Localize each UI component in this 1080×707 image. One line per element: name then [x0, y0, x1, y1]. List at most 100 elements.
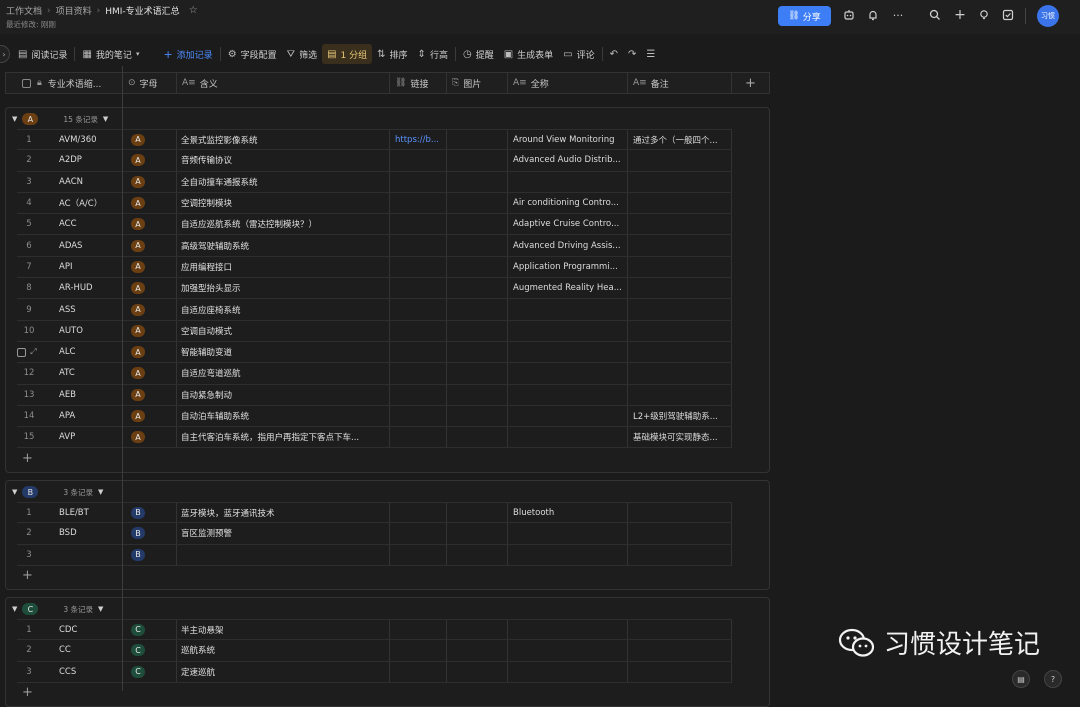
checkbox-icon[interactable] [1001, 8, 1015, 22]
table-row[interactable]: 4 AC（A/C） A 空调控制模块 Air conditioning Contro..… [17, 192, 732, 215]
cell-abbr[interactable]: ALC [41, 341, 123, 363]
redo-button[interactable]: ↷ [623, 44, 641, 64]
table-row[interactable]: 9 ASS A 自适应座椅系统 [17, 299, 732, 321]
group-header[interactable]: ▼ B 3 条记录 ▼ [12, 484, 103, 500]
cell-note[interactable] [628, 620, 732, 640]
cell-image[interactable] [447, 620, 508, 640]
cell-note[interactable]: L2+级别驾驶辅助系... [628, 405, 732, 427]
cell-link[interactable] [390, 620, 447, 640]
cell-abbr[interactable]: API [41, 256, 123, 278]
cell-link[interactable] [390, 661, 447, 682]
cell-letter[interactable]: A [123, 130, 177, 150]
cell-fullname[interactable] [508, 523, 628, 544]
cell-fullname[interactable] [508, 661, 628, 682]
cell-note[interactable] [628, 363, 732, 384]
cell-image[interactable] [447, 171, 508, 192]
cell-meaning[interactable]: 空调控制模块 [177, 192, 390, 214]
cell-abbr[interactable]: ADAS [41, 235, 123, 256]
cell-letter[interactable]: C [123, 661, 177, 682]
cell-fullname[interactable] [508, 405, 628, 427]
cell-image[interactable] [447, 278, 508, 299]
search-icon[interactable] [928, 8, 942, 22]
cell-meaning[interactable]: 音频传输协议 [177, 150, 390, 171]
cell-link[interactable] [390, 150, 447, 171]
comment-button[interactable]: ▭ 评论 [558, 44, 599, 64]
cell-fullname[interactable]: Application Programmi... [508, 256, 628, 278]
cell-image[interactable] [447, 214, 508, 235]
find-replace-button[interactable]: ☰ [641, 44, 660, 64]
remind-button[interactable]: ◷ 提醒 [458, 44, 499, 64]
chevron-down-icon[interactable]: ▼ [98, 488, 103, 496]
cell-note[interactable] [628, 256, 732, 278]
cell-meaning[interactable]: 全自动撞车通报系统 [177, 171, 390, 192]
cell-link[interactable] [390, 427, 447, 448]
cell-link[interactable]: https://b... [390, 130, 447, 150]
row-checkbox[interactable] [17, 347, 27, 357]
header-abbr[interactable]: 🔒︎ 专业术语缩... [6, 73, 123, 93]
cell-fullname[interactable]: Advanced Driving Assis... [508, 235, 628, 256]
header-image[interactable]: ⎘ 图片 [447, 73, 508, 93]
sort-button[interactable]: ⇅ 排序 [372, 44, 412, 64]
help-icon[interactable]: ? [1044, 670, 1062, 688]
breadcrumb-item-workspace[interactable]: 工作文档 [6, 4, 42, 17]
cell-image[interactable] [447, 192, 508, 214]
view-selector[interactable]: ▦ 我的笔记 ▾ [77, 44, 144, 64]
table-row[interactable]: 2 BSD B 盲区监测预警 [17, 523, 732, 545]
cell-link[interactable] [390, 544, 447, 565]
cell-fullname[interactable] [508, 320, 628, 341]
cell-note[interactable] [628, 341, 732, 363]
cell-abbr[interactable]: AVP [41, 427, 123, 448]
group-header[interactable]: ▼ C 3 条记录 ▼ [12, 601, 103, 617]
row-height-button[interactable]: ⇕ 行高 [413, 44, 453, 64]
cell-meaning[interactable]: 自适应座椅系统 [177, 299, 390, 320]
cell-fullname[interactable]: Around View Monitoring [508, 130, 628, 150]
table-row[interactable]: 1 BLE/BT B 蓝牙模块，蓝牙通讯技术 Bluetooth [17, 502, 732, 524]
bell-icon[interactable] [866, 8, 880, 22]
cell-fullname[interactable] [508, 620, 628, 640]
cell-fullname[interactable]: Bluetooth [508, 503, 628, 523]
cell-note[interactable] [628, 171, 732, 192]
cell-note[interactable] [628, 150, 732, 171]
cell-image[interactable] [447, 363, 508, 384]
cell-note[interactable] [628, 640, 732, 661]
cell-note[interactable] [628, 544, 732, 565]
cell-meaning[interactable]: 自动紧急制动 [177, 384, 390, 405]
star-icon[interactable]: ☆ [189, 5, 198, 16]
cell-image[interactable] [447, 150, 508, 171]
cell-fullname[interactable]: Advanced Audio Distrib... [508, 150, 628, 171]
table-row[interactable]: 7 API A 应用编程接口 Application Programmi... [17, 256, 732, 279]
cell-abbr[interactable]: APA [41, 405, 123, 427]
cell-note[interactable] [628, 661, 732, 682]
page-title[interactable]: HMI-专业术语汇总 [105, 4, 179, 17]
table-row[interactable]: 14 APA A 自动泊车辅助系统 L2+级别驾驶辅助系... [17, 405, 732, 428]
cell-meaning[interactable]: 自主代客泊车系统，指用户再指定下客点下车... [177, 427, 390, 448]
cell-meaning[interactable]: 全景式监控影像系统 [177, 130, 390, 150]
table-row[interactable]: 15 AVP A 自主代客泊车系统，指用户再指定下客点下车... 基础模块可实现静态..… [17, 427, 732, 449]
cell-abbr[interactable]: AACN [41, 171, 123, 192]
cell-fullname[interactable] [508, 171, 628, 192]
header-letter[interactable]: ⊙ 字母 [123, 73, 177, 93]
cell-image[interactable] [447, 299, 508, 320]
cell-abbr[interactable]: AVM/360 [41, 130, 123, 150]
cell-meaning[interactable]: 巡航系统 [177, 640, 390, 661]
read-log-button[interactable]: ▤ 阅读记录 [13, 44, 72, 64]
cell-abbr[interactable]: AUTO [41, 320, 123, 341]
undo-button[interactable]: ↶ [605, 44, 623, 64]
cell-link[interactable] [390, 384, 447, 405]
cell-letter[interactable]: A [123, 384, 177, 405]
cell-note[interactable]: 通过多个（一般四个... [628, 130, 732, 150]
lightbulb-icon[interactable] [977, 8, 991, 22]
cell-link[interactable] [390, 363, 447, 384]
table-row[interactable]: 6 ADAS A 高级驾驶辅助系统 Advanced Driving Assis... [17, 235, 732, 257]
cell-letter[interactable]: B [123, 503, 177, 523]
table-row[interactable]: 13 AEB A 自动紧急制动 [17, 384, 732, 406]
cell-link[interactable] [390, 640, 447, 661]
cell-letter[interactable]: A [123, 320, 177, 341]
table-row[interactable]: 1 AVM/360 A 全景式监控影像系统 https://b... Around Vie… [17, 129, 732, 151]
cell-note[interactable] [628, 299, 732, 320]
cell-meaning[interactable] [177, 544, 390, 565]
cell-meaning[interactable]: 自适应弯道巡航 [177, 363, 390, 384]
cell-letter[interactable]: A [123, 235, 177, 256]
table-row[interactable]: 2 A2DP A 音频传输协议 Advanced Audio Distrib... [17, 150, 732, 172]
cell-fullname[interactable]: Augmented Reality Hea... [508, 278, 628, 299]
